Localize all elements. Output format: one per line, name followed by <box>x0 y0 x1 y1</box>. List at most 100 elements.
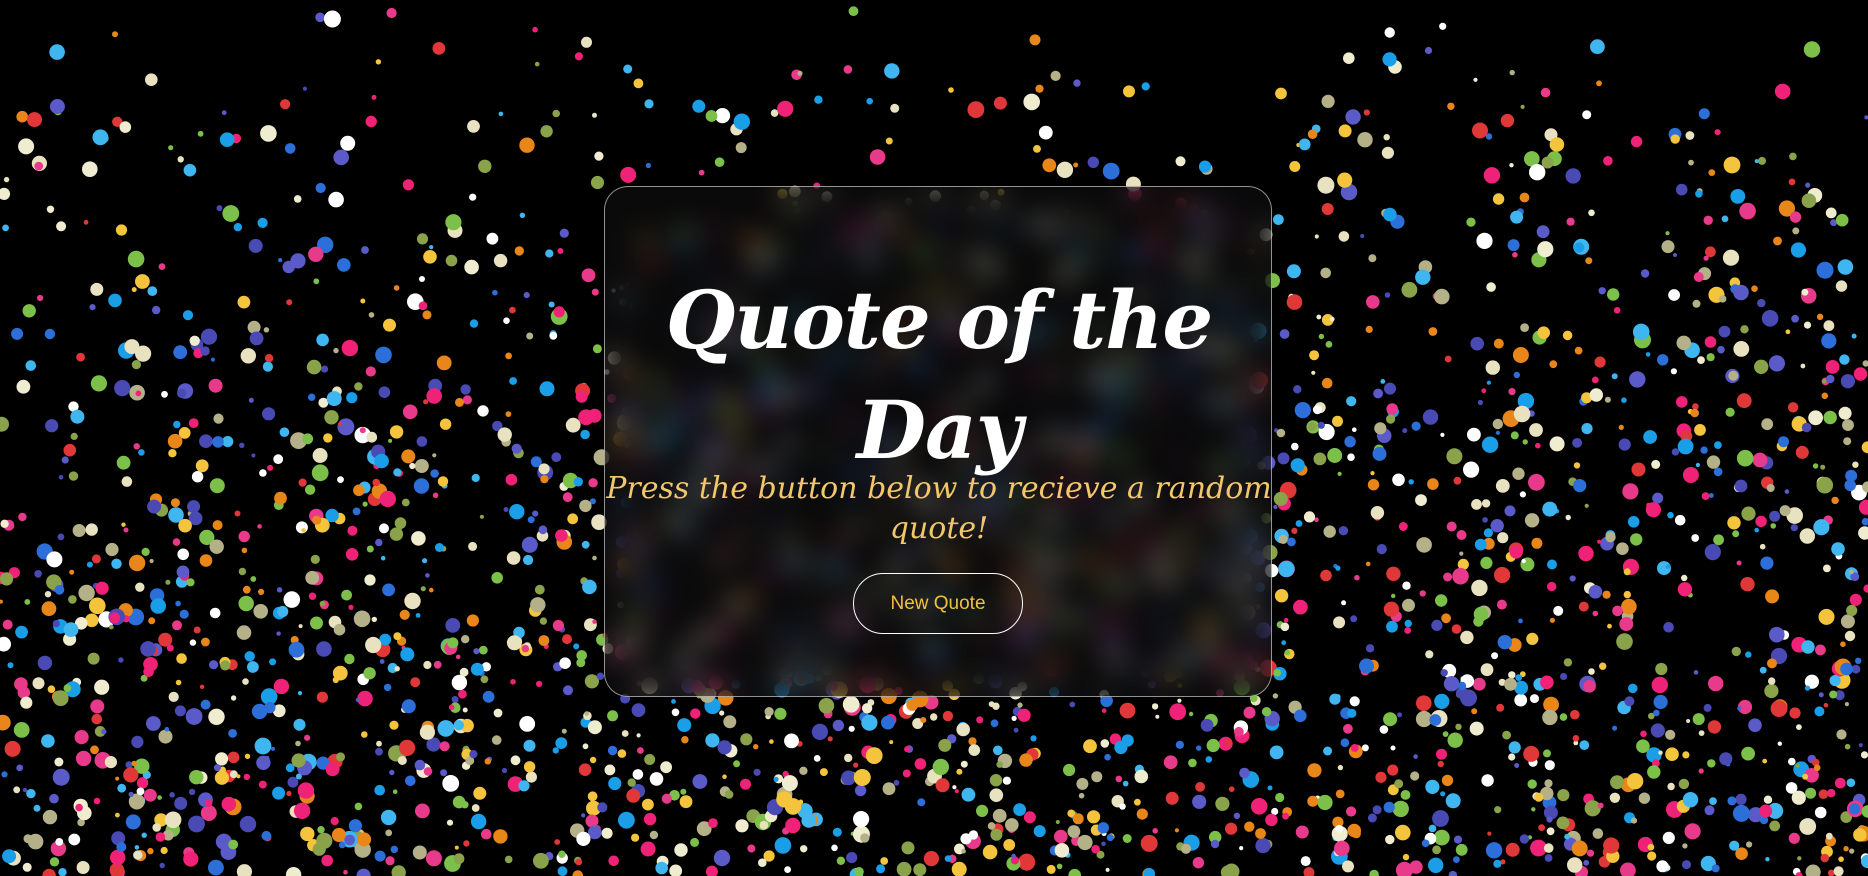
confetti-dot <box>346 392 358 404</box>
confetti-dot <box>262 407 276 421</box>
confetti-dot <box>425 573 430 578</box>
confetti-dot <box>869 149 886 165</box>
confetti-dot <box>1372 805 1382 815</box>
confetti-dot <box>1692 299 1701 308</box>
confetti-dot <box>1002 776 1012 785</box>
confetti-dot <box>158 263 166 270</box>
confetti-dot <box>1667 511 1674 519</box>
confetti-dot <box>429 245 434 250</box>
confetti-dot <box>44 328 56 340</box>
confetti-dot <box>0 636 11 652</box>
confetti-dot <box>811 723 829 741</box>
confetti-dot <box>42 868 56 876</box>
confetti-dot <box>1840 662 1853 676</box>
confetti-dot <box>1862 360 1868 367</box>
confetti-dot <box>930 713 938 721</box>
confetti-dot <box>1797 856 1802 861</box>
confetti-dot <box>1293 599 1308 615</box>
confetti-dot <box>497 427 512 442</box>
confetti-dot <box>1831 496 1839 505</box>
confetti-dot <box>692 774 708 789</box>
confetti-dot <box>644 99 654 109</box>
confetti-dot <box>464 259 479 275</box>
confetti-dot <box>552 109 560 118</box>
confetti-dot <box>221 796 237 812</box>
confetti-dot <box>55 838 64 846</box>
new-quote-button[interactable]: New Quote <box>853 573 1023 634</box>
confetti-dot <box>262 361 273 372</box>
confetti-dot <box>836 856 846 865</box>
confetti-dot <box>209 660 219 670</box>
confetti-dot <box>1602 590 1611 599</box>
confetti-dot <box>633 78 644 89</box>
confetti-dot <box>1549 360 1558 369</box>
confetti-dot <box>1624 696 1635 707</box>
confetti-dot <box>538 463 550 475</box>
confetti-dot <box>1842 419 1854 431</box>
confetti-dot <box>316 333 329 347</box>
confetti-dot <box>83 219 89 225</box>
confetti-dot <box>607 710 619 722</box>
confetti-dot <box>1694 424 1706 436</box>
confetti-dot <box>238 530 250 543</box>
confetti-dot <box>1704 336 1717 348</box>
confetti-dot <box>1762 758 1768 764</box>
confetti-dot <box>493 708 503 718</box>
confetti-dot <box>78 584 95 602</box>
confetti-dot <box>94 679 110 695</box>
confetti-dot <box>1480 663 1494 677</box>
confetti-dot <box>332 665 348 681</box>
confetti-dot <box>1565 168 1581 184</box>
confetti-dot <box>1825 832 1833 840</box>
confetti-dot <box>1282 812 1289 820</box>
confetti-dot <box>1342 860 1354 873</box>
confetti-dot <box>463 840 470 847</box>
confetti-dot <box>1860 751 1868 759</box>
confetti-dot <box>1335 789 1345 799</box>
confetti-dot <box>565 417 581 433</box>
confetti-dot <box>1428 857 1444 873</box>
confetti-dot <box>785 817 801 834</box>
confetti-dot <box>1411 421 1421 431</box>
confetti-dot <box>1665 231 1670 236</box>
confetti-dot <box>1019 753 1033 767</box>
confetti-dot <box>1291 527 1298 535</box>
confetti-dot <box>1759 666 1767 674</box>
confetti-dot <box>46 551 63 568</box>
confetti-dot <box>1802 773 1809 780</box>
confetti-dot <box>301 528 306 533</box>
confetti-dot <box>1620 862 1636 876</box>
confetti-dot <box>1573 479 1587 493</box>
confetti-dot <box>0 187 11 200</box>
confetti-dot <box>1402 428 1408 434</box>
confetti-dot <box>1307 795 1319 807</box>
confetti-dot <box>1605 532 1616 543</box>
confetti-dot <box>561 728 567 734</box>
confetti-dot <box>1767 658 1777 669</box>
confetti-dot <box>323 433 333 443</box>
confetti-dot <box>1673 253 1677 257</box>
confetti-dot <box>326 391 342 407</box>
confetti-dot <box>1677 438 1694 455</box>
confetti-dot <box>914 758 927 770</box>
confetti-dot <box>853 762 859 768</box>
confetti-dot <box>4 740 21 757</box>
confetti-dot <box>1441 613 1451 624</box>
confetti-dot <box>1390 745 1396 751</box>
confetti-dot <box>1801 193 1817 208</box>
confetti-dot <box>769 739 774 744</box>
confetti-dot <box>372 478 381 487</box>
confetti-dot <box>1703 703 1712 712</box>
confetti-dot <box>278 258 283 263</box>
confetti-dot <box>425 850 442 867</box>
confetti-dot <box>92 129 109 146</box>
confetti-dot <box>115 776 120 781</box>
confetti-dot <box>422 310 432 320</box>
confetti-dot <box>437 476 449 487</box>
confetti-dot <box>481 828 492 840</box>
confetti-dot <box>913 863 927 876</box>
confetti-dot <box>1808 410 1823 426</box>
confetti-dot <box>1011 715 1017 722</box>
confetti-dot <box>1717 345 1725 354</box>
confetti-dot <box>409 462 416 470</box>
